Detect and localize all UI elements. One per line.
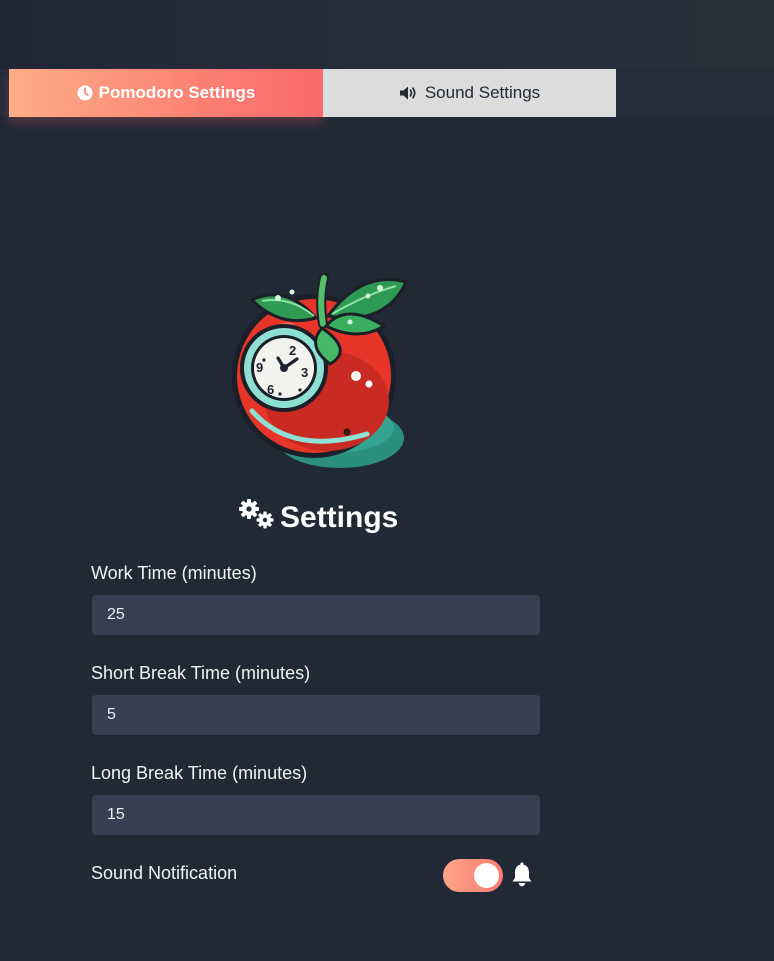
sound-notification-toggle[interactable] <box>443 859 503 892</box>
clock-number: 6 <box>267 382 274 397</box>
clock-icon <box>77 85 93 101</box>
gears-icon <box>238 498 278 538</box>
long-break-input[interactable] <box>92 795 540 835</box>
work-time-input[interactable] <box>92 595 540 635</box>
tab-label: Pomodoro Settings <box>98 83 256 102</box>
long-break-label: Long Break Time (minutes) <box>91 763 308 783</box>
tomato-clock-logo: 2 9 3 6 <box>222 266 412 482</box>
tomato-clock-icon: 2 9 3 6 <box>232 273 409 468</box>
pomodoro-settings-page: Pomodoro Settings Sound Settings 2 9 3 6… <box>0 0 774 961</box>
toggle-knob <box>474 863 499 888</box>
tab-label: Sound Settings <box>424 83 541 102</box>
top-bar <box>0 0 774 69</box>
work-time-label: Work Time (minutes) <box>91 563 257 583</box>
clock-number: 9 <box>256 360 263 375</box>
settings-title-text: Settings <box>280 501 399 534</box>
bell-icon <box>510 862 534 888</box>
clock-number: 3 <box>301 365 308 380</box>
volume-icon <box>399 85 419 101</box>
short-break-label: Short Break Time (minutes) <box>91 663 311 683</box>
clock-number: 2 <box>289 343 296 358</box>
short-break-input[interactable] <box>92 695 540 735</box>
sound-notification-label: Sound Notification <box>91 863 238 883</box>
settings-heading: Settings <box>238 498 398 538</box>
tab-sound-settings[interactable]: Sound Settings <box>323 69 616 117</box>
tab-pomodoro-settings[interactable]: Pomodoro Settings <box>9 69 323 117</box>
